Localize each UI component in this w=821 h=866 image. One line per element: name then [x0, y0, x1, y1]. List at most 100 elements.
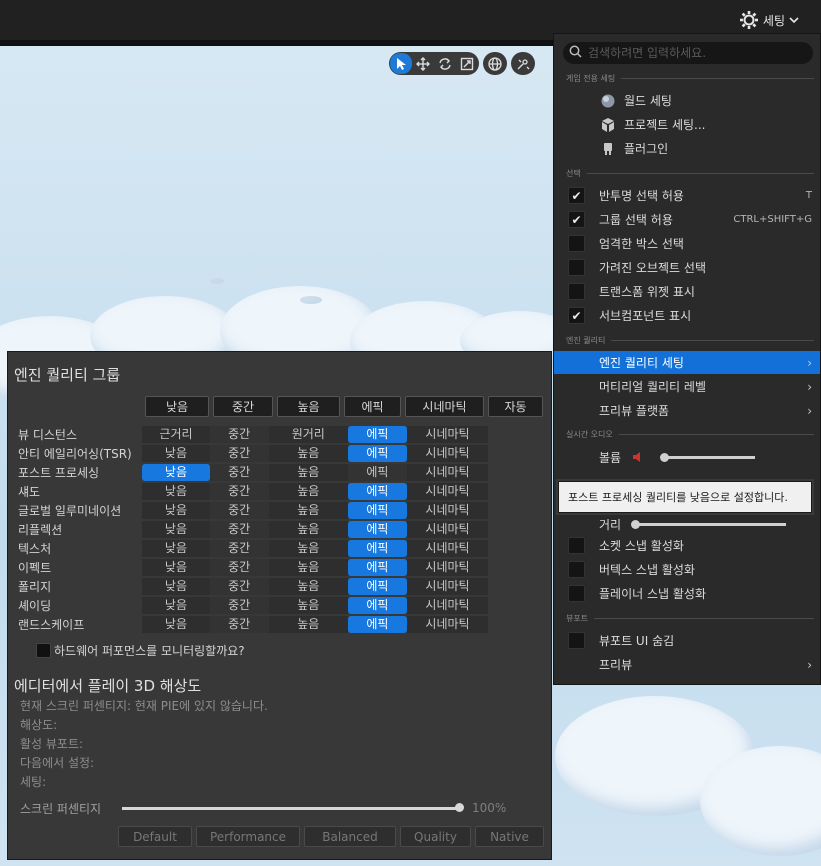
quality-option[interactable]: 높음 — [268, 483, 348, 500]
screen-percentage-slider[interactable] — [122, 802, 464, 812]
quality-option[interactable]: 근거리 — [142, 426, 210, 443]
preset-balanced-button[interactable]: Balanced — [304, 826, 396, 847]
auto-button[interactable]: 자동 — [488, 396, 543, 417]
quality-option[interactable]: 시네마틱 — [407, 502, 488, 519]
quality-option[interactable]: 중간 — [209, 502, 269, 519]
checkbox-unchecked[interactable] — [568, 561, 585, 578]
quality-option[interactable]: 낮음 — [142, 521, 210, 538]
menu-item-preview-platform[interactable]: 프리뷰 플랫폼 › — [554, 399, 820, 422]
quality-option[interactable]: 에픽 — [347, 616, 408, 633]
quality-option[interactable]: 중간 — [209, 445, 269, 462]
menu-item-world-settings[interactable]: 월드 세팅 — [554, 89, 820, 112]
checkbox-checked[interactable]: ✔ — [568, 211, 585, 228]
quality-option[interactable]: 중간 — [209, 540, 269, 557]
quality-option[interactable]: 중간 — [209, 483, 269, 500]
quality-option[interactable]: 에픽 — [347, 483, 408, 500]
slider-handle[interactable] — [631, 520, 640, 529]
quality-option[interactable]: 낮음 — [142, 502, 210, 519]
set-all-high-button[interactable]: 높음 — [277, 396, 340, 417]
menu-item-allow-group[interactable]: ✔ 그룹 선택 허용 CTRL+SHIFT+G — [554, 208, 820, 231]
settings-button[interactable]: 세팅 — [739, 10, 799, 30]
quality-option[interactable]: 높음 — [268, 540, 348, 557]
menu-item-allow-translucent[interactable]: ✔ 반투명 선택 허용 T — [554, 184, 820, 207]
quality-option[interactable]: 에픽 — [347, 502, 408, 519]
quality-option[interactable]: 높음 — [268, 521, 348, 538]
quality-option[interactable]: 시네마틱 — [407, 597, 488, 614]
set-all-cinematic-button[interactable]: 시네마틱 — [405, 396, 484, 417]
quality-option[interactable]: 낮음 — [142, 616, 210, 633]
menu-item-socket-snap[interactable]: 소켓 스냅 활성화 — [554, 534, 820, 557]
quality-option[interactable]: 시네마틱 — [407, 464, 488, 481]
preset-default-button[interactable]: Default — [118, 826, 192, 847]
quality-option[interactable]: 시네마틱 — [407, 578, 488, 595]
preset-performance-button[interactable]: Performance — [196, 826, 300, 847]
quality-option[interactable]: 중간 — [209, 578, 269, 595]
quality-option[interactable]: 높음 — [268, 502, 348, 519]
quality-option[interactable]: 낮음 — [142, 540, 210, 557]
quality-option[interactable]: 낮음 — [142, 483, 210, 500]
menu-item-engine-quality[interactable]: 엔진 퀄리티 세팅 › — [554, 351, 820, 374]
quality-option[interactable]: 중간 — [209, 426, 269, 443]
checkbox-unchecked[interactable] — [568, 537, 585, 554]
quality-option[interactable]: 시네마틱 — [407, 540, 488, 557]
quality-option[interactable]: 에픽 — [347, 559, 408, 576]
quality-option[interactable]: 높음 — [268, 597, 348, 614]
quality-option[interactable]: 높음 — [268, 445, 348, 462]
quality-option[interactable]: 낮음 — [142, 445, 210, 462]
quality-option[interactable]: 시네마틱 — [407, 559, 488, 576]
checkbox-unchecked[interactable] — [568, 283, 585, 300]
search-input[interactable] — [588, 46, 798, 60]
menu-item-material-quality[interactable]: 머티리얼 퀄리티 레벨 › — [554, 375, 820, 398]
quality-option[interactable]: 에픽 — [347, 578, 408, 595]
quality-option[interactable]: 중간 — [209, 521, 269, 538]
distance-slider[interactable] — [631, 520, 786, 529]
menu-item-transform-widget[interactable]: 트랜스폼 위젯 표시 — [554, 280, 820, 303]
globe-icon[interactable] — [484, 53, 506, 74]
menu-item-hide-viewport-ui[interactable]: 뷰포트 UI 숨김 — [554, 629, 820, 652]
preset-native-button[interactable]: Native — [475, 826, 544, 847]
quality-option[interactable]: 원거리 — [268, 426, 348, 443]
quality-option[interactable]: 에픽 — [347, 426, 408, 443]
quality-option[interactable]: 시네마틱 — [407, 521, 488, 538]
volume-slider[interactable] — [660, 453, 755, 462]
translate-icon[interactable] — [412, 53, 434, 74]
checkbox-unchecked[interactable] — [568, 235, 585, 252]
quality-option[interactable]: 에픽 — [347, 464, 408, 481]
quality-option[interactable]: 중간 — [209, 597, 269, 614]
quality-option[interactable]: 에픽 — [347, 597, 408, 614]
menu-item-strict-box[interactable]: 엄격한 박스 선택 — [554, 232, 820, 255]
menu-item-planar-snap[interactable]: 플레이너 스냅 활성화 — [554, 582, 820, 605]
quality-option[interactable]: 낮음 — [142, 464, 210, 481]
quality-option[interactable]: 에픽 — [347, 521, 408, 538]
hw-monitor-row[interactable]: 하드웨어 퍼포먼스를 모니터링할까요? — [36, 642, 245, 659]
quality-option[interactable]: 낮음 — [142, 578, 210, 595]
set-all-low-button[interactable]: 낮음 — [145, 396, 209, 417]
menu-item-project-settings[interactable]: 프로젝트 세팅... — [554, 113, 820, 136]
speaker-muted-icon[interactable] — [632, 451, 644, 466]
checkbox-unchecked[interactable] — [568, 585, 585, 602]
checkbox-unchecked[interactable] — [568, 259, 585, 276]
quality-option[interactable]: 중간 — [209, 559, 269, 576]
menu-search[interactable] — [563, 42, 813, 64]
quality-option[interactable]: 시네마틱 — [407, 616, 488, 633]
set-all-epic-button[interactable]: 에픽 — [344, 396, 401, 417]
quality-option[interactable]: 중간 — [209, 464, 269, 481]
checkbox-checked[interactable]: ✔ — [568, 307, 585, 324]
quality-option[interactable]: 시네마틱 — [407, 426, 488, 443]
quality-option[interactable]: 낮음 — [142, 597, 210, 614]
surface-snap-icon[interactable] — [512, 53, 534, 74]
scale-icon[interactable] — [456, 53, 478, 74]
quality-option[interactable]: 시네마틱 — [407, 483, 488, 500]
quality-option[interactable]: 중간 — [209, 616, 269, 633]
slider-handle[interactable] — [455, 802, 464, 812]
slider-handle[interactable] — [660, 453, 669, 462]
quality-option[interactable]: 높음 — [268, 559, 348, 576]
quality-option[interactable]: 에픽 — [347, 445, 408, 462]
quality-option[interactable]: 높음 — [268, 578, 348, 595]
rotate-icon[interactable] — [434, 53, 456, 74]
select-mode-icon[interactable] — [390, 53, 412, 74]
set-all-medium-button[interactable]: 중간 — [213, 396, 273, 417]
checkbox-unchecked[interactable] — [568, 632, 585, 649]
quality-option[interactable]: 높음 — [268, 464, 348, 481]
quality-option[interactable]: 시네마틱 — [407, 445, 488, 462]
